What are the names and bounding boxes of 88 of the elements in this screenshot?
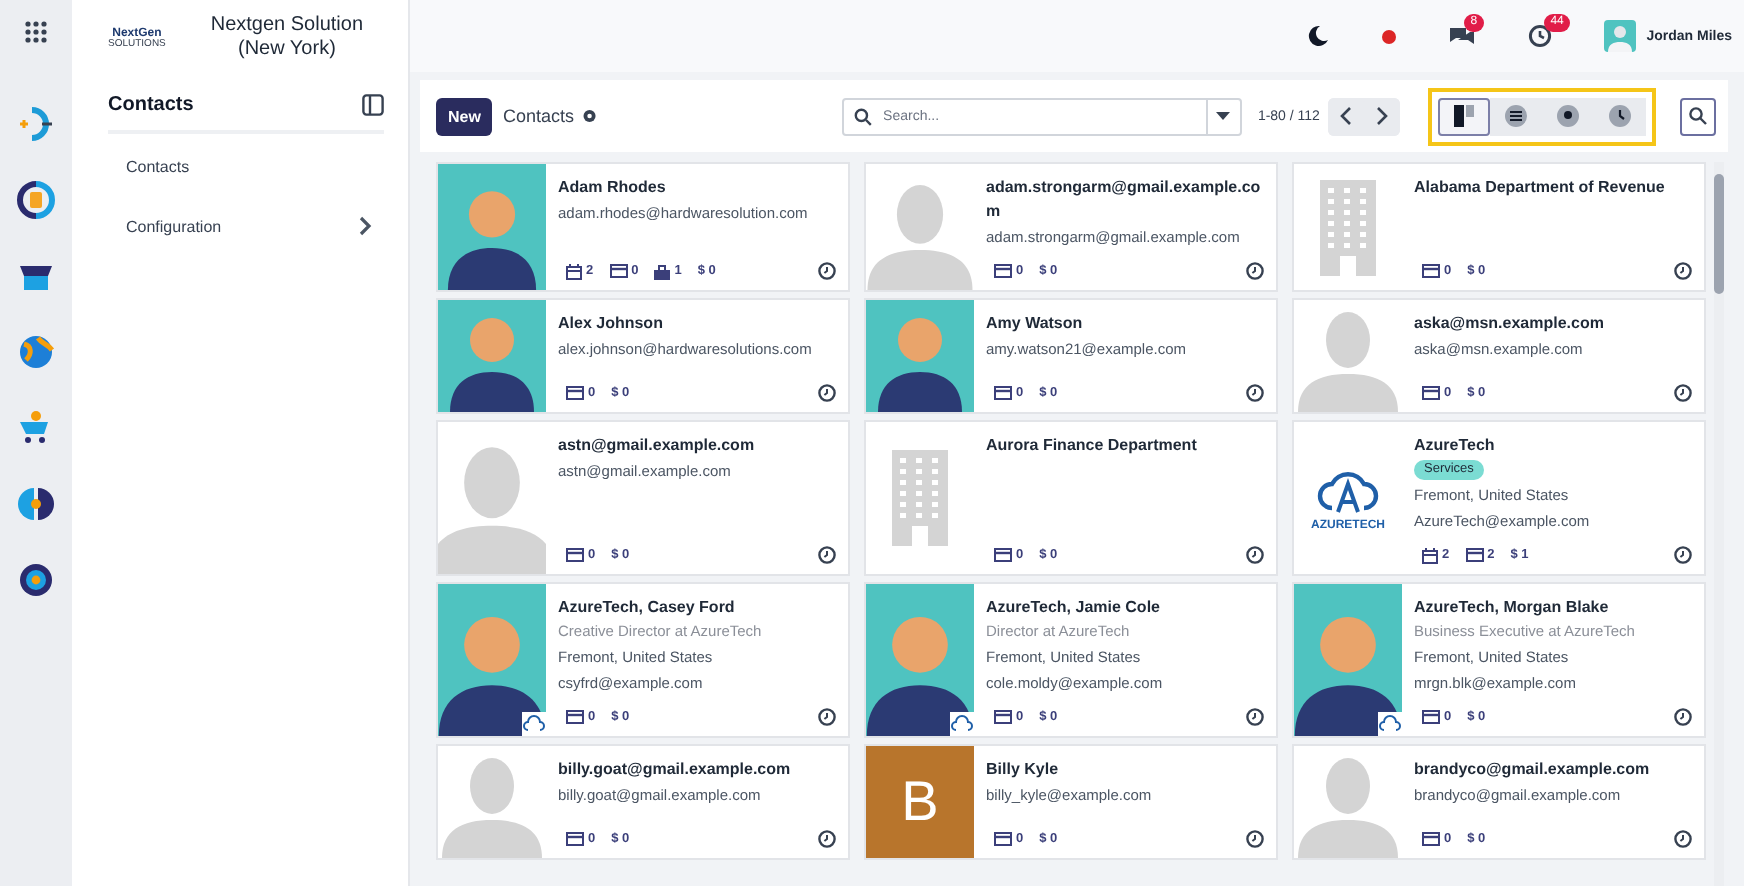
credit-card-icon[interactable]: [1422, 386, 1440, 400]
contact-name: Billy Kyle: [986, 758, 1061, 782]
credit-card-icon[interactable]: [994, 548, 1012, 562]
contact-name: astn@gmail.example.com: [558, 434, 757, 458]
avatar-silhouette: [866, 300, 974, 412]
credit-card-icon[interactable]: [994, 386, 1012, 400]
status-dot[interactable]: [1382, 29, 1397, 43]
new-button[interactable]: New: [436, 97, 493, 135]
credit-card-icon[interactable]: [994, 710, 1012, 724]
plus-minus-app-icon[interactable]: [16, 104, 56, 144]
dropdown-caret-icon[interactable]: [1216, 112, 1231, 120]
activity-clock-icon[interactable]: [1528, 24, 1553, 48]
contact-name: Adam Rhodes: [558, 176, 668, 200]
activity-clock-icon[interactable]: [1674, 262, 1692, 280]
contact-name: aska@msn.example.com: [1414, 312, 1606, 336]
activity-clock-icon[interactable]: [1246, 708, 1264, 726]
clock-icon: [1607, 104, 1632, 128]
scrollbar[interactable]: [1714, 162, 1724, 886]
briefcase-icon[interactable]: [654, 263, 671, 279]
contact-name: AzureTech, Casey Ford: [558, 596, 737, 620]
activity-clock-icon[interactable]: [1246, 262, 1264, 280]
activity-clock-icon[interactable]: [818, 262, 836, 280]
contact-name: brandyco@gmail.example.com: [1414, 758, 1652, 782]
contact-name: billy.goat@gmail.example.com: [558, 758, 793, 782]
activity-clock-icon[interactable]: [818, 546, 836, 564]
activity-clock-icon[interactable]: [1246, 546, 1264, 564]
activity-clock-icon[interactable]: [1246, 384, 1264, 402]
kanban-view-button[interactable]: [1437, 97, 1490, 135]
chat-icon[interactable]: [1448, 24, 1477, 48]
dollar-sync-app-icon[interactable]: [16, 180, 56, 220]
sidebar-item[interactable]: Configuration: [108, 198, 384, 254]
list-icon: [1503, 104, 1528, 128]
filter-toggle-button[interactable]: [1679, 97, 1716, 135]
credit-card-icon[interactable]: [566, 548, 584, 562]
sidebar-toggle-icon[interactable]: [362, 93, 384, 115]
credit-card-icon[interactable]: [1422, 264, 1440, 278]
page-title[interactable]: Contacts: [502, 106, 574, 126]
activity-clock-icon[interactable]: [1674, 546, 1692, 564]
activity-clock-icon[interactable]: [1674, 830, 1692, 848]
activity-clock-icon[interactable]: [818, 708, 836, 726]
credit-card-icon[interactable]: [1422, 710, 1440, 724]
contact-name: Amy Watson: [986, 312, 1085, 336]
globe-app-icon[interactable]: [16, 332, 56, 372]
company-badge-icon: [522, 712, 546, 736]
chevron-left-icon: [1339, 106, 1352, 126]
calendar-icon[interactable]: [1422, 547, 1438, 563]
contact-name: AzureTech, Jamie Cole: [986, 596, 1162, 620]
activity-clock-icon[interactable]: [818, 384, 836, 402]
kanban-icon: [1451, 104, 1476, 128]
search-icon: [853, 107, 872, 125]
letter-avatar: B: [866, 746, 974, 858]
building-icon: [892, 450, 948, 546]
credit-card-icon[interactable]: [994, 832, 1012, 846]
activity-clock-icon[interactable]: [818, 830, 836, 848]
search-icon: [1687, 106, 1708, 126]
activity-clock-icon[interactable]: [1674, 384, 1692, 402]
credit-card-icon[interactable]: [566, 832, 584, 846]
credit-card-icon[interactable]: [566, 710, 584, 724]
company-name[interactable]: Nextgen Solution (New York): [189, 14, 384, 62]
credit-card-icon[interactable]: [1422, 832, 1440, 846]
credit-card-icon[interactable]: [994, 264, 1012, 278]
settings-icon[interactable]: [581, 108, 598, 124]
activity-clock-icon[interactable]: [1246, 830, 1264, 848]
list-view-button[interactable]: [1489, 97, 1542, 135]
activity-clock-icon[interactable]: [1674, 708, 1692, 726]
sidebar-item[interactable]: Contacts: [108, 138, 384, 194]
credit-card-icon[interactable]: [566, 386, 584, 400]
building-icon: [1320, 179, 1376, 275]
contact-name: Alex Johnson: [558, 312, 665, 336]
leaf-app-icon[interactable]: [16, 484, 56, 524]
contact-name: Aurora Finance Department: [986, 434, 1199, 458]
avatar-silhouette: [438, 164, 546, 290]
company-badge-icon: [950, 712, 974, 736]
app-menu-icon[interactable]: [24, 20, 48, 44]
contact-name: Alabama Department of Revenue: [1414, 176, 1667, 200]
chevron-right-icon: [1375, 106, 1388, 126]
chevron-right-icon: [358, 216, 372, 236]
gear-app-icon[interactable]: [16, 560, 56, 600]
calendar-icon[interactable]: [566, 263, 582, 279]
credit-card-icon[interactable]: [1465, 548, 1484, 562]
moon-icon[interactable]: [1306, 24, 1331, 48]
credit-card-icon[interactable]: [609, 264, 628, 278]
contact-name: AzureTech: [1414, 434, 1497, 458]
company-badge-icon: [1378, 712, 1402, 736]
contact-name: AzureTech, Morgan Blake: [1414, 596, 1611, 620]
contact-name: adam.strongarm@gmail.example.com: [986, 176, 1263, 224]
avatar-silhouette: [438, 300, 546, 412]
sidebar-title: Contacts: [108, 93, 194, 115]
